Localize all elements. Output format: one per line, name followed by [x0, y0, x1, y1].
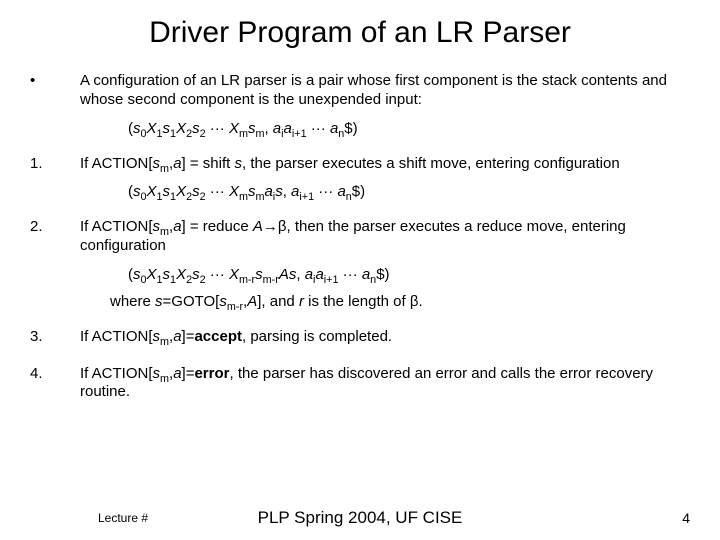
- reduce-note: where s=GOTO[sm-r,A], and r is the lengt…: [110, 293, 690, 310]
- item-1-body: If ACTION[sm,a] = shift s, the parser ex…: [80, 155, 690, 174]
- shift-formula: (s0X1s1X2s2 ··· Xmsmais, ai+1 ··· an$): [128, 183, 690, 200]
- item-1-marker: 1.: [30, 155, 80, 174]
- item-3-body: If ACTION[sm,a]=accept, parsing is compl…: [80, 328, 690, 347]
- item-1: 1. If ACTION[sm,a] = shift s, the parser…: [30, 155, 690, 174]
- item-2-marker: 2.: [30, 218, 80, 237]
- item-4-marker: 4.: [30, 365, 80, 384]
- bullet-marker: •: [30, 72, 80, 91]
- page-number: 4: [682, 510, 690, 526]
- reduce-formula: (s0X1s1X2s2 ··· Xm-rsm-rAs, aiai+1 ··· a…: [128, 266, 690, 283]
- item-2-body: If ACTION[sm,a] = reduce A→β, then the p…: [80, 218, 690, 256]
- item-4-body: If ACTION[sm,a]=error, the parser has di…: [80, 365, 690, 403]
- item-2: 2. If ACTION[sm,a] = reduce A→β, then th…: [30, 218, 690, 256]
- config-formula: (s0X1s1X2s2 ··· Xmsm, aiai+1 ··· an$): [128, 120, 690, 137]
- item-3: 3. If ACTION[sm,a]=accept, parsing is co…: [30, 328, 690, 347]
- item-4: 4. If ACTION[sm,a]=error, the parser has…: [30, 365, 690, 403]
- intro-text: A configuration of an LR parser is a pai…: [80, 72, 690, 110]
- slide: Driver Program of an LR Parser • A confi…: [0, 0, 720, 540]
- item-3-marker: 3.: [30, 328, 80, 347]
- footer: Lecture # PLP Spring 2004, UF CISE 4: [0, 510, 720, 526]
- slide-title: Driver Program of an LR Parser: [30, 16, 690, 50]
- intro-row: • A configuration of an LR parser is a p…: [30, 72, 690, 110]
- lecture-number: Lecture #: [98, 511, 148, 525]
